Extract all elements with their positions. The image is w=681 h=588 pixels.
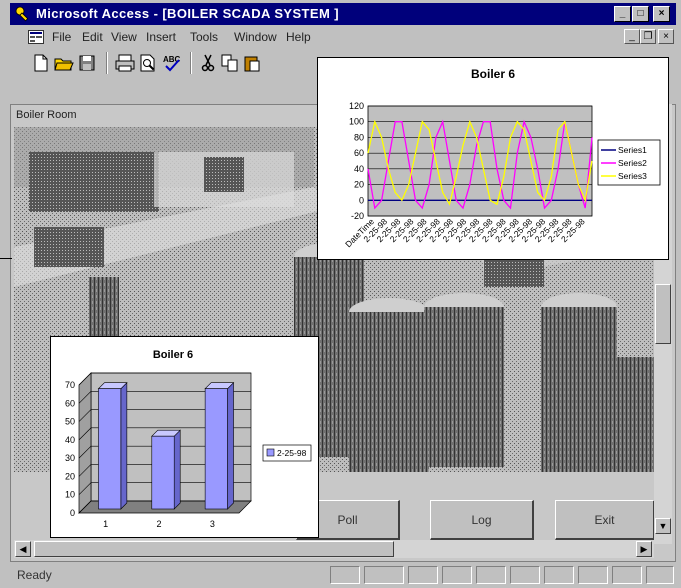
access-key-icon bbox=[15, 6, 31, 22]
scroll-right-icon[interactable]: ▶ bbox=[636, 541, 652, 557]
window-title: Microsoft Access - [BOILER SCADA SYSTEM … bbox=[36, 6, 339, 21]
status-panel bbox=[476, 566, 506, 584]
status-panel bbox=[408, 566, 438, 584]
open-icon[interactable] bbox=[54, 53, 76, 73]
line-chart: Boiler 6-20020406080100120DateTime2-25-9… bbox=[343, 67, 661, 249]
scroll-down-icon[interactable]: ▼ bbox=[655, 518, 671, 534]
y-tick-label: 40 bbox=[65, 435, 75, 445]
status-panel bbox=[646, 566, 674, 584]
y-tick-label: 70 bbox=[65, 380, 75, 390]
y-tick-label: 20 bbox=[65, 471, 75, 481]
copy-icon[interactable] bbox=[220, 53, 242, 73]
y-tick-label: 60 bbox=[354, 148, 364, 158]
save-icon[interactable] bbox=[78, 53, 100, 73]
y-tick-label: 0 bbox=[70, 508, 75, 518]
menu-edit[interactable]: Edit bbox=[82, 30, 103, 44]
menu-file[interactable]: File bbox=[52, 30, 71, 44]
status-panel bbox=[612, 566, 642, 584]
bar-side bbox=[120, 381, 128, 510]
y-tick-label: 80 bbox=[354, 132, 364, 142]
menu-window[interactable]: Window bbox=[234, 30, 277, 44]
toolbar-separator bbox=[106, 52, 108, 74]
bar-side bbox=[173, 429, 181, 510]
side-wall bbox=[78, 372, 92, 514]
paste-icon[interactable] bbox=[242, 53, 264, 73]
bar bbox=[98, 388, 122, 510]
form-doc-icon[interactable] bbox=[28, 30, 44, 47]
menu-view[interactable]: View bbox=[111, 30, 137, 44]
y-tick-label: 120 bbox=[349, 101, 364, 111]
y-tick-label: 60 bbox=[65, 398, 75, 408]
bar-chart: Boiler 6 0 10 20 30 40 50 60 70 1 2 3 2-25-98 bbox=[65, 349, 312, 529]
menu-bar: File Edit View Insert Tools Window Help … bbox=[10, 27, 676, 47]
bar bbox=[151, 435, 175, 510]
y-tick-label: 20 bbox=[354, 180, 364, 190]
status-panel bbox=[442, 566, 472, 584]
maximize-button[interactable]: □ bbox=[632, 6, 649, 22]
doc-close-button[interactable]: × bbox=[658, 29, 674, 44]
legend-label: 2-25-98 bbox=[277, 448, 307, 458]
menu-tools[interactable]: Tools bbox=[190, 30, 218, 44]
legend-swatch bbox=[266, 448, 275, 457]
legend-label: Series1 bbox=[618, 145, 647, 155]
print-icon[interactable] bbox=[114, 53, 136, 73]
legend-label: Series3 bbox=[618, 171, 647, 181]
y-tick-label: 100 bbox=[349, 117, 364, 127]
horizontal-scrollbar[interactable]: ◀ ▶ bbox=[14, 540, 654, 558]
print-preview-icon[interactable] bbox=[138, 53, 160, 73]
bar bbox=[204, 388, 228, 510]
menu-help[interactable]: Help bbox=[286, 30, 311, 44]
line-chart-window[interactable]: Boiler 6 -20 0 20 40 60 80 100 120 DateTime 2-25-9… bbox=[317, 57, 669, 260]
y-tick-label: -20 bbox=[351, 211, 364, 221]
scroll-left-icon[interactable]: ◀ bbox=[15, 541, 31, 557]
log-button[interactable]: Log bbox=[430, 500, 534, 540]
new-icon[interactable] bbox=[32, 53, 54, 73]
x-tick-label: 3 bbox=[210, 519, 215, 529]
legend-label: Series2 bbox=[618, 158, 647, 168]
exit-button[interactable]: Exit bbox=[555, 500, 655, 540]
bar-chart-window[interactable]: Boiler 6 0 10 20 30 40 50 60 70 1 2 3 2-25-98 bbox=[50, 336, 319, 538]
chart-title: Boiler 6 bbox=[471, 67, 515, 81]
y-tick-label: 50 bbox=[65, 417, 75, 427]
cut-icon[interactable] bbox=[198, 53, 220, 73]
form-title: Boiler Room bbox=[16, 109, 77, 121]
status-text: Ready bbox=[17, 568, 52, 582]
bar-side bbox=[227, 381, 234, 510]
status-panel bbox=[364, 566, 404, 584]
horizontal-scroll-thumb[interactable] bbox=[34, 541, 394, 557]
vertical-scroll-thumb[interactable] bbox=[655, 284, 671, 344]
doc-restore-button[interactable]: ❐ bbox=[640, 29, 656, 44]
status-panel bbox=[578, 566, 608, 584]
menu-insert[interactable]: Insert bbox=[146, 30, 176, 44]
status-panel bbox=[544, 566, 574, 584]
doc-minimize-button[interactable]: _ bbox=[624, 29, 640, 44]
status-panel bbox=[330, 566, 360, 584]
x-tick-label: 1 bbox=[103, 519, 108, 529]
minimize-button[interactable]: _ bbox=[614, 6, 631, 22]
x-tick-label: 2 bbox=[156, 519, 161, 529]
y-tick-label: 10 bbox=[65, 490, 75, 500]
y-tick-label: 30 bbox=[65, 453, 75, 463]
y-tick-label: 40 bbox=[354, 164, 364, 174]
status-panel bbox=[510, 566, 540, 584]
y-tick-label: 0 bbox=[359, 195, 364, 205]
title-bar[interactable]: Microsoft Access - [BOILER SCADA SYSTEM … bbox=[10, 3, 676, 25]
spelling-icon[interactable]: ABC bbox=[162, 53, 184, 73]
chart-title: Boiler 6 bbox=[153, 349, 193, 361]
connector-line bbox=[0, 258, 12, 259]
close-button[interactable]: × bbox=[653, 6, 670, 22]
toolbar-separator bbox=[190, 52, 192, 74]
